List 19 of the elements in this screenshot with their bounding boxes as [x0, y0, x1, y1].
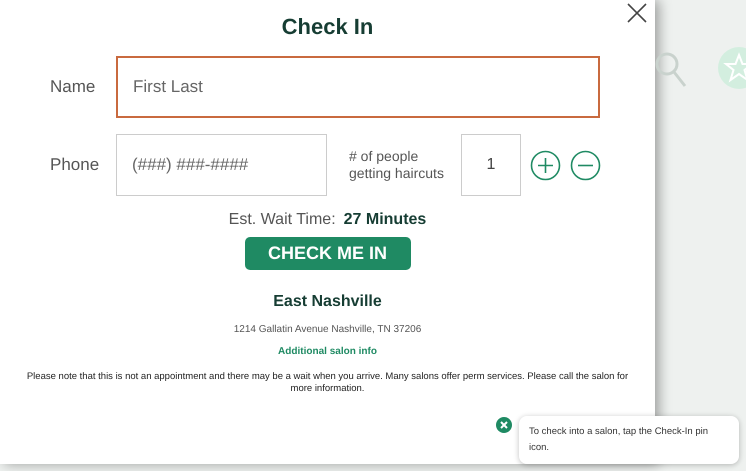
field-label: Name — [50, 77, 96, 97]
salon-name: East Nashville — [273, 293, 382, 311]
minus-icon[interactable] — [570, 150, 601, 180]
people-count-label: # of people getting haircuts — [349, 148, 445, 182]
dialog-title: Check In — [282, 14, 374, 40]
wait-time-label: Est. Wait Time: — [228, 211, 336, 229]
field-label: Phone — [50, 155, 100, 175]
close-icon[interactable] — [496, 417, 512, 433]
check-me-in-button[interactable]: CHECK ME IN — [244, 237, 410, 270]
name-field[interactable]: First Last — [116, 56, 600, 118]
notice-text: Please note that this is not an appointment and there may be a wait when you arrive. Many salons offer perm services. Please call the salon for more information. — [26, 371, 630, 395]
salon-info-link[interactable]: Additional salon info — [278, 346, 377, 357]
wait-time-value: 27 Minutes — [344, 211, 426, 229]
people-count-field[interactable]: 1 — [461, 134, 521, 196]
phone-field[interactable]: (###) ###-#### — [116, 134, 327, 196]
plus-icon[interactable] — [530, 150, 561, 180]
tooltip: To check into a salon, tap the Check-In pin icon. — [519, 416, 739, 464]
salon-address: 1214 Gallatin Avenue Nashville, TN 37206 — [234, 324, 422, 335]
close-icon[interactable] — [626, 2, 648, 24]
